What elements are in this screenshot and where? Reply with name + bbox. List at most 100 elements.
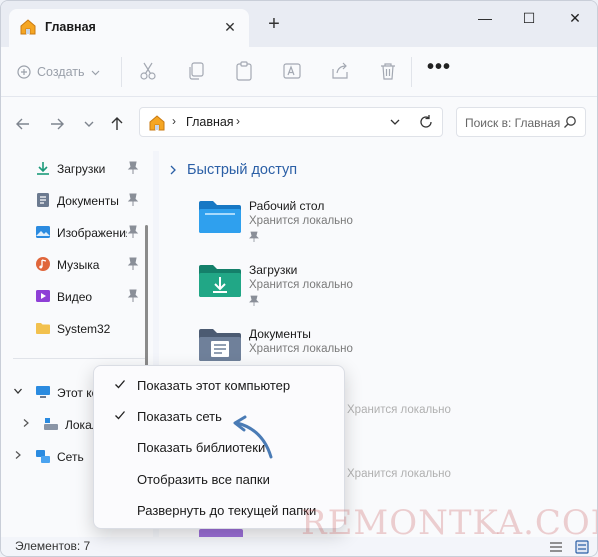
- checkmark-icon: [115, 411, 125, 420]
- sidebar-item-video[interactable]: Видео: [1, 282, 151, 310]
- pin-icon: [249, 295, 259, 306]
- title-bar: Главная ✕ + — ☐ ✕: [1, 1, 597, 47]
- minimize-button[interactable]: —: [471, 7, 499, 29]
- menu-item-label: Отобразить все папки: [137, 472, 270, 487]
- sidebar-item-label: Видео: [57, 290, 93, 304]
- plus-circle-icon: [17, 65, 31, 79]
- search-box[interactable]: Поиск в: Главная: [456, 107, 586, 137]
- watermark: REMONTKA.COM: [301, 503, 598, 543]
- folder-icon: [36, 323, 50, 334]
- pin-icon: [127, 193, 139, 206]
- documents-folder-icon: [199, 329, 241, 361]
- sidebar-item-pictures[interactable]: Изображения: [1, 218, 145, 246]
- breadcrumb-location[interactable]: Главная: [186, 115, 234, 129]
- up-arrow-icon[interactable]: [107, 114, 127, 134]
- music-icon: [36, 257, 50, 271]
- back-arrow-icon[interactable]: [13, 114, 33, 134]
- menu-item-label: Показать этот компьютер: [137, 378, 291, 393]
- sidebar-divider: [13, 358, 145, 359]
- command-separator: [411, 57, 412, 87]
- downloads-folder-icon: [199, 265, 241, 297]
- drive-icon: [44, 418, 58, 430]
- tab-home[interactable]: Главная ✕: [9, 9, 249, 47]
- video-icon: [36, 290, 50, 302]
- sidebar-item-label: Сеть: [57, 450, 84, 464]
- rename-icon[interactable]: [281, 60, 303, 82]
- folder-status: Хранится локально: [249, 343, 353, 355]
- computer-icon: [36, 386, 50, 398]
- sidebar-item-label: Загрузки: [57, 162, 106, 176]
- delete-icon[interactable]: [377, 60, 399, 82]
- network-icon: [36, 450, 50, 463]
- folder-name: Документы: [249, 327, 311, 341]
- refresh-icon[interactable]: [418, 114, 434, 130]
- quick-access-header[interactable]: Быстрый доступ: [167, 162, 297, 178]
- section-title: Быстрый доступ: [187, 162, 298, 178]
- folder-downloads[interactable]: Загрузки Хранится локально: [197, 261, 457, 319]
- annotation-arrow-icon: [233, 415, 273, 459]
- folder-status: Хранится локально: [249, 215, 353, 227]
- menu-item-show-this-pc[interactable]: Показать этот компьютер: [98, 370, 342, 400]
- command-separator: [121, 57, 122, 87]
- chevron-right-icon[interactable]: [21, 418, 31, 428]
- folder-name: Загрузки: [249, 263, 298, 277]
- file-explorer-window: Главная ✕ + — ☐ ✕ Создать ••• › Главная …: [0, 0, 598, 557]
- tab-close-button[interactable]: ✕: [221, 18, 239, 36]
- address-bar[interactable]: › Главная ›: [139, 107, 443, 137]
- items-count: Элементов: 7: [15, 539, 91, 553]
- maximize-button[interactable]: ☐: [515, 7, 543, 29]
- breadcrumb-separator[interactable]: ›: [172, 114, 176, 128]
- video-folder-icon: [199, 529, 243, 537]
- pin-icon: [127, 257, 139, 270]
- create-label: Создать: [37, 65, 85, 79]
- sidebar-item-music[interactable]: Музыка: [1, 250, 151, 278]
- checkmark-icon: [115, 380, 125, 389]
- cut-icon[interactable]: [137, 60, 159, 82]
- address-dropdown-chevron-icon[interactable]: [388, 115, 402, 129]
- sidebar-scrollbar[interactable]: [145, 225, 148, 385]
- download-icon: [37, 162, 49, 175]
- chevron-right-icon: [170, 165, 176, 175]
- share-icon[interactable]: [329, 60, 351, 82]
- command-bar: Создать •••: [1, 47, 597, 97]
- folder-status: Хранится локально: [249, 279, 353, 291]
- pin-icon: [127, 225, 139, 239]
- more-options-button[interactable]: •••: [427, 57, 451, 82]
- folder-status: Хранится локально: [347, 468, 451, 480]
- home-icon: [20, 19, 36, 35]
- paste-icon[interactable]: [233, 60, 255, 82]
- pin-icon: [249, 231, 259, 242]
- folder-status: Хранится локально: [347, 404, 451, 416]
- sidebar-item-label: Изображения: [57, 226, 133, 240]
- chevron-down-icon: [91, 70, 99, 75]
- forward-arrow-icon[interactable]: [47, 114, 67, 134]
- sidebar-item-documents[interactable]: Документы: [1, 186, 151, 214]
- menu-item-label: Развернуть до текущей папки: [137, 503, 317, 518]
- sidebar-item-label: Музыка: [57, 258, 100, 272]
- desktop-folder-icon: [199, 201, 241, 233]
- sidebar-item-system32[interactable]: System32: [1, 314, 151, 342]
- chevron-right-icon[interactable]: [13, 450, 23, 460]
- sidebar-item-downloads[interactable]: Загрузки: [1, 154, 151, 182]
- create-button[interactable]: Создать: [17, 59, 100, 85]
- sidebar-item-label: System32: [57, 322, 111, 336]
- recent-locations-chevron-icon[interactable]: [79, 114, 99, 134]
- pin-icon: [127, 161, 139, 174]
- tab-title: Главная: [45, 20, 96, 34]
- search-placeholder[interactable]: Поиск в: Главная: [465, 116, 560, 130]
- sidebar-item-label: Документы: [57, 194, 119, 208]
- navigation-bar: › Главная › Поиск в: Главная: [1, 97, 597, 151]
- chevron-down-icon[interactable]: [13, 386, 23, 396]
- pictures-icon: [36, 226, 50, 238]
- home-icon: [149, 115, 165, 131]
- new-tab-button[interactable]: +: [263, 13, 285, 35]
- copy-icon[interactable]: [185, 60, 207, 82]
- search-icon[interactable]: [563, 115, 577, 129]
- breadcrumb-separator[interactable]: ›: [236, 114, 240, 128]
- folder-desktop[interactable]: Рабочий стол Хранится локально: [197, 197, 457, 255]
- pin-icon: [127, 289, 139, 302]
- document-icon: [37, 193, 49, 207]
- close-window-button[interactable]: ✕: [561, 7, 589, 29]
- folder-name: Рабочий стол: [249, 199, 325, 213]
- menu-item-label: Показать сеть: [137, 409, 222, 424]
